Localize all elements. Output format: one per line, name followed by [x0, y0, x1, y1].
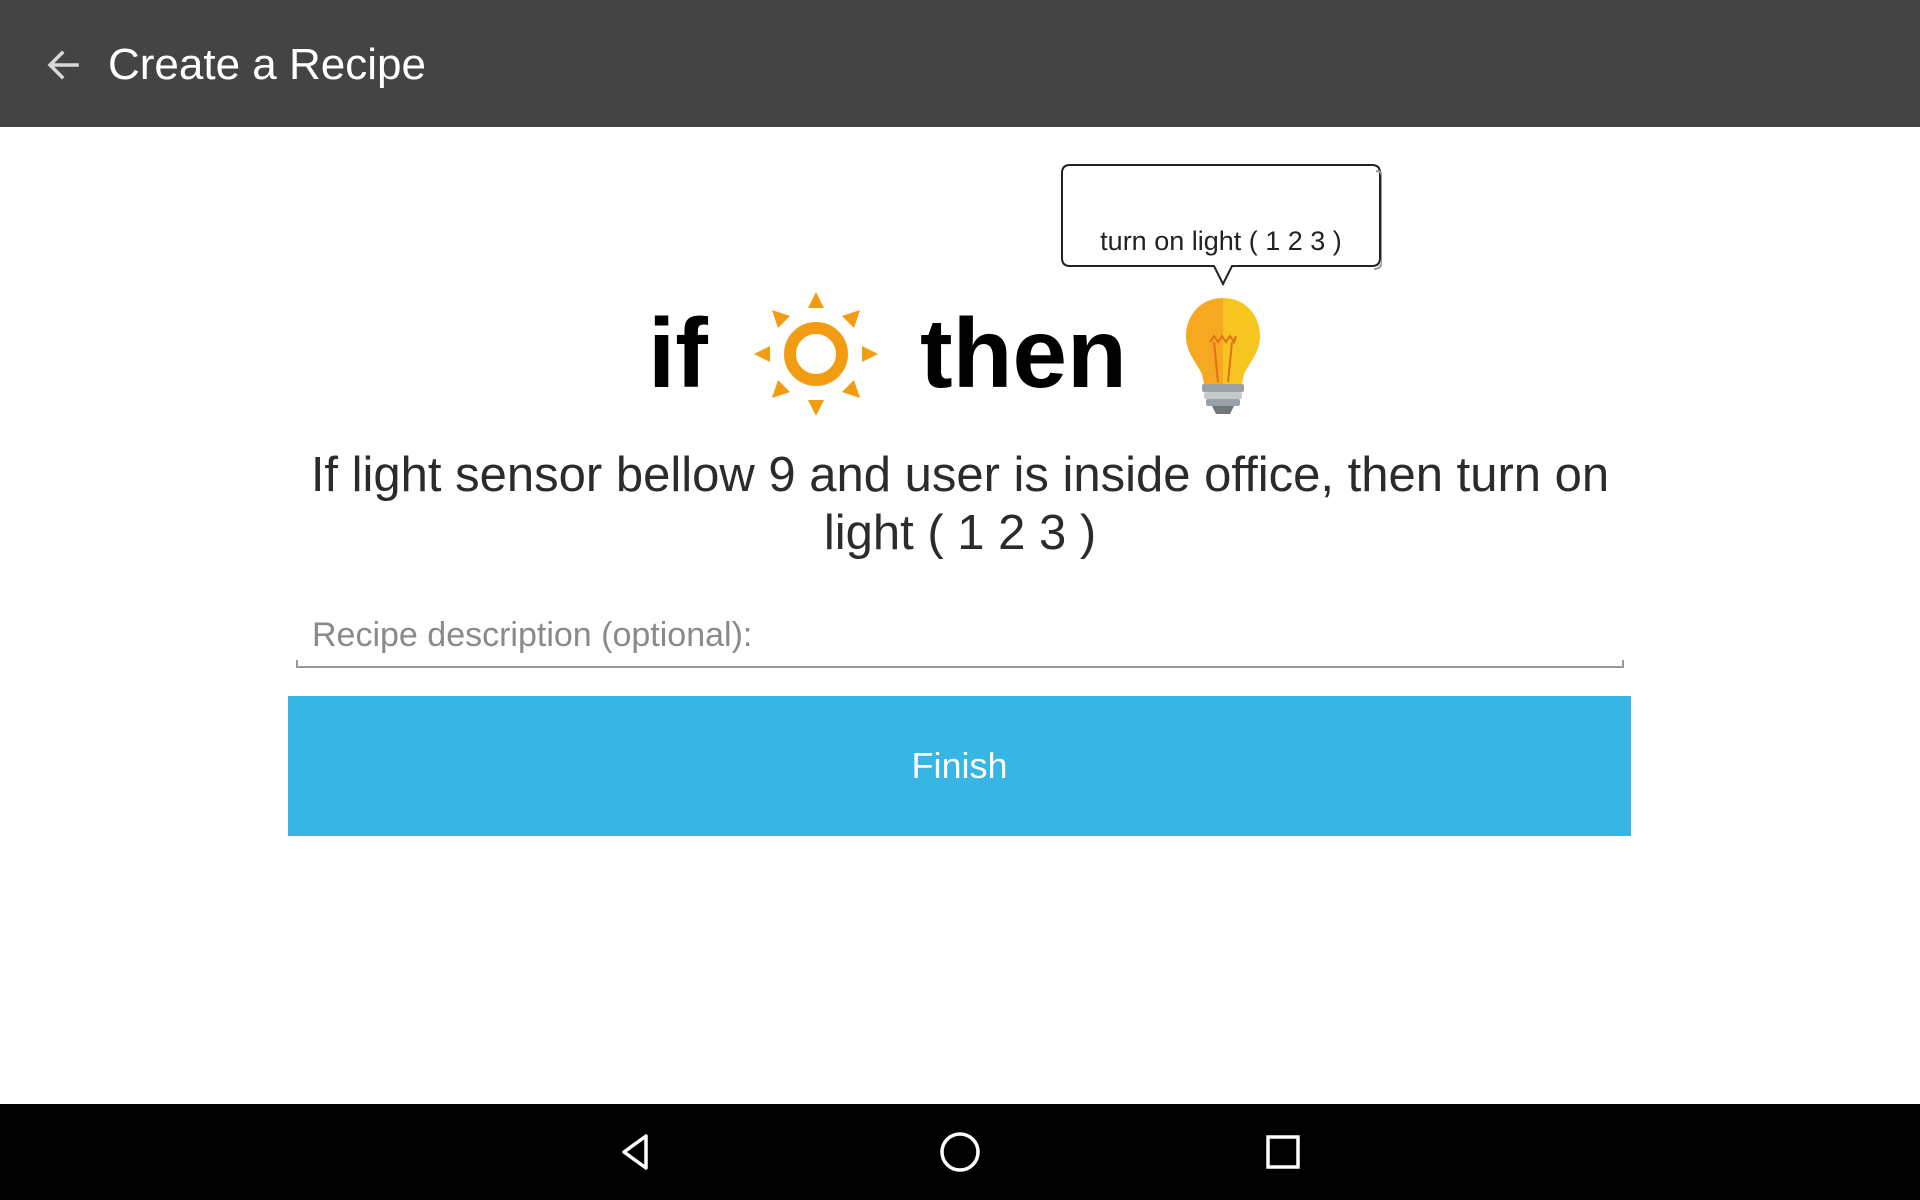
arrow-back-icon	[47, 50, 79, 80]
action-tooltip-bubble	[1060, 163, 1382, 286]
system-navigation-bar	[0, 1104, 1920, 1200]
then-keyword: then	[920, 298, 1127, 408]
nav-back-button[interactable]	[606, 1122, 666, 1182]
recipe-summary: If light sensor bellow 9 and user is ins…	[310, 448, 1610, 560]
light-bulb-icon[interactable]	[1176, 290, 1270, 416]
rule-row: if then	[0, 290, 1920, 420]
if-keyword: if	[648, 298, 708, 408]
app-screen: Create a Recipe turn on light ( 1 2 3 ) …	[0, 0, 1920, 1200]
input-underline	[296, 660, 1624, 668]
finish-button[interactable]: Finish	[288, 696, 1631, 836]
speech-bubble-shape	[1061, 164, 1382, 286]
nav-recents-icon	[1266, 1135, 1300, 1169]
app-bar: Create a Recipe	[0, 0, 1920, 127]
nav-home-button[interactable]	[930, 1122, 990, 1182]
action-tooltip-text: turn on light ( 1 2 3 )	[1100, 226, 1342, 256]
recipe-description-input[interactable]	[296, 606, 1624, 664]
nav-recents-button[interactable]	[1253, 1122, 1313, 1182]
nav-home-icon	[940, 1132, 980, 1172]
page-title: Create a Recipe	[108, 40, 426, 89]
description-field	[296, 606, 1624, 668]
back-button[interactable]	[36, 38, 90, 92]
sun-icon[interactable]	[752, 290, 880, 418]
nav-back-icon	[622, 1134, 648, 1170]
